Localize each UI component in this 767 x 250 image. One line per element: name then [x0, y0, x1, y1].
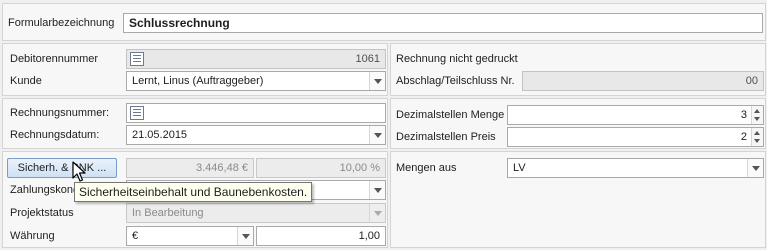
customer-select[interactable]: Lernt, Linus (Auftraggeber) — [126, 71, 386, 91]
quantities-source-label: Mengen aus — [396, 162, 457, 174]
decimals-price-label: Dezimalstellen Preis — [396, 131, 496, 143]
quantities-panel: Mengen aus LV — [390, 151, 766, 248]
debtor-number-field[interactable]: 1061 — [126, 49, 386, 69]
print-status-panel: Rechnung nicht gedruckt Abschlag/Teilsch… — [390, 43, 766, 96]
project-status-value: In Bearbeitung — [132, 207, 204, 219]
decimals-price-value: 2 — [740, 131, 747, 143]
payment-conditions-label: Zahlungskond — [10, 184, 80, 196]
security-percent-value: 10,00 % — [339, 162, 380, 174]
quantities-source-select[interactable]: LV — [507, 158, 764, 178]
chevron-down-icon[interactable] — [747, 159, 763, 177]
spinner-arrows-icon[interactable] — [751, 128, 763, 146]
form-name-input[interactable]: Schlussrechnung — [123, 13, 763, 33]
security-amount-value: 3.446,48 € — [196, 162, 248, 174]
invoice-number-label: Rechnungsnummer: — [10, 107, 110, 119]
print-status-text: Rechnung nicht gedruckt — [396, 53, 518, 65]
project-status-select: In Bearbeitung — [126, 203, 386, 223]
security-costs-button[interactable]: Sicherh. & BNK ... — [7, 158, 117, 178]
security-amount-field: 3.446,48 € — [126, 158, 254, 178]
invoice-panel: Rechnungsnummer: Rechnungsdatum: 21.05.2… — [2, 98, 388, 149]
decimals-quantity-label: Dezimalstellen Menge — [396, 109, 505, 121]
decimals-quantity-value: 3 — [740, 109, 747, 121]
mouse-cursor-icon — [72, 161, 86, 182]
invoice-date-value: 21.05.2015 — [132, 129, 188, 141]
tooltip-text: Sicherheitseinbehalt und Baunebenkosten. — [79, 185, 308, 199]
currency-label: Währung — [10, 230, 55, 242]
partial-number-field[interactable]: 00 — [522, 71, 764, 91]
invoice-number-input[interactable] — [126, 103, 386, 123]
spinner-arrows-icon[interactable] — [751, 106, 763, 124]
chevron-down-icon — [369, 204, 385, 222]
debtor-number-value: 1061 — [355, 53, 380, 65]
currency-value: € — [132, 230, 139, 242]
chevron-down-icon[interactable] — [369, 126, 385, 144]
number-picker-icon[interactable] — [130, 106, 144, 120]
exchange-rate-value: 1,00 — [358, 230, 380, 242]
debtor-panel: Debitorennummer 1061 Kunde Lernt, Linus … — [2, 43, 388, 96]
decimals-quantity-spinner[interactable]: 3 — [507, 105, 764, 125]
customer-value: Lernt, Linus (Auftraggeber) — [132, 75, 264, 87]
chevron-down-icon[interactable] — [369, 181, 385, 199]
project-status-label: Projektstatus — [10, 207, 74, 219]
chevron-down-icon[interactable] — [369, 72, 385, 90]
customer-label: Kunde — [10, 75, 42, 87]
partial-number-value: 00 — [745, 75, 758, 87]
debtor-number-label: Debitorennummer — [10, 53, 99, 65]
decimals-panel: Dezimalstellen Menge 3 Dezimalstellen Pr… — [390, 98, 766, 149]
security-percent-field: 10,00 % — [256, 158, 386, 178]
chevron-down-icon[interactable] — [237, 227, 253, 245]
security-costs-tooltip: Sicherheitseinbehalt und Baunebenkosten. — [74, 182, 313, 202]
invoice-date-picker[interactable]: 21.05.2015 — [126, 125, 386, 145]
decimals-price-spinner[interactable]: 2 — [507, 127, 764, 147]
exchange-rate-field[interactable]: 1,00 — [256, 226, 386, 246]
number-picker-icon[interactable] — [130, 52, 144, 66]
form-name-label: Formularbezeichnung — [8, 17, 115, 29]
partial-number-label: Abschlag/Teilschluss Nr. — [396, 75, 515, 87]
quantities-source-value: LV — [513, 162, 526, 174]
form-name-value: Schlussrechnung — [129, 16, 230, 30]
invoice-date-label: Rechnungsdatum: — [10, 129, 100, 141]
currency-select[interactable]: € — [126, 226, 254, 246]
form-name-panel: Formularbezeichnung Schlussrechnung — [2, 3, 766, 41]
